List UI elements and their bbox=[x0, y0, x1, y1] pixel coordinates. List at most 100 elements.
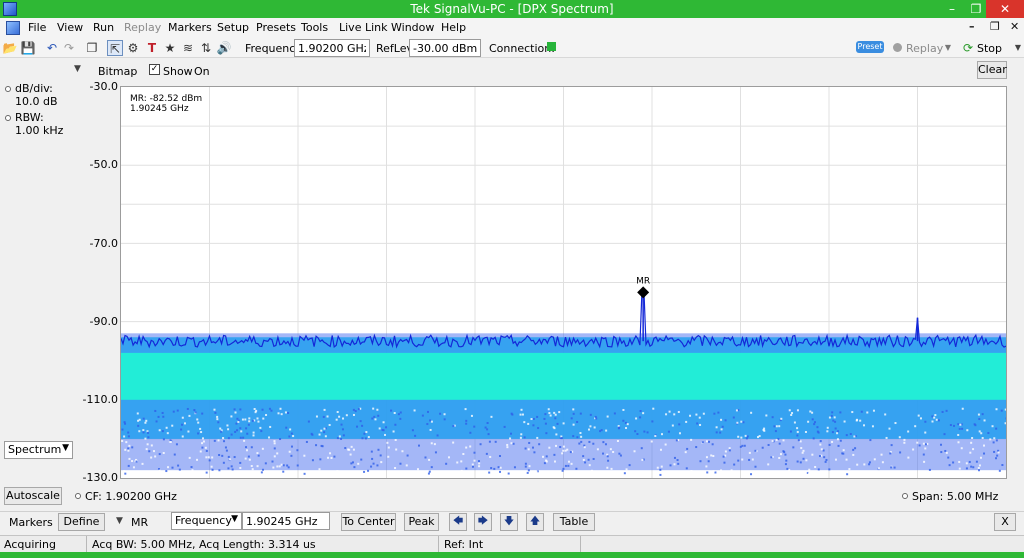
marker-frequency-input[interactable] bbox=[242, 512, 330, 530]
bitmap-speckle bbox=[510, 412, 513, 415]
dbdiv-adjust-icon[interactable] bbox=[5, 86, 11, 92]
menu-setup[interactable]: Setup bbox=[217, 21, 249, 34]
refresh-icon[interactable]: ⟳ bbox=[960, 40, 976, 56]
bitmap-speckle bbox=[664, 443, 667, 446]
menu-live-link[interactable]: Live Link bbox=[339, 21, 388, 34]
window-title: Tek SignalVu-PC - [DPX Spectrum] bbox=[410, 2, 614, 16]
spectrum-graph[interactable]: MR bbox=[121, 87, 1006, 478]
bitmap-speckle bbox=[856, 463, 859, 466]
bitmap-speckle bbox=[970, 441, 973, 444]
speaker-icon[interactable]: 🔊 bbox=[216, 40, 232, 56]
mdi-minimize-icon[interactable]: – bbox=[969, 20, 975, 33]
redo-icon[interactable]: ↷ bbox=[61, 40, 77, 56]
status-divider bbox=[580, 536, 581, 553]
marker-mode-select[interactable]: Frequency ▼ bbox=[171, 512, 242, 530]
menu-run[interactable]: Run bbox=[93, 21, 114, 34]
bitmap-speckle bbox=[224, 446, 227, 449]
bitmap-speckle bbox=[965, 462, 968, 465]
close-icon[interactable]: ✕ bbox=[986, 0, 1024, 18]
arrow-left-icon[interactable]: 🡄 bbox=[449, 513, 467, 531]
reflev-input[interactable] bbox=[409, 39, 481, 57]
bitmap-speckle bbox=[456, 461, 459, 464]
menu-window[interactable]: Window bbox=[391, 21, 434, 34]
menu-help[interactable]: Help bbox=[441, 21, 466, 34]
select-tool-icon[interactable]: ⇱ bbox=[107, 40, 123, 56]
menu-presets[interactable]: Presets bbox=[256, 21, 296, 34]
rbw-adjust-icon[interactable] bbox=[5, 115, 11, 121]
bitmap-speckle bbox=[592, 442, 595, 445]
stop-label[interactable]: Stop bbox=[977, 42, 1002, 55]
preset-button[interactable]: Preset bbox=[856, 41, 884, 53]
bitmap-speckle bbox=[426, 410, 429, 413]
peak-button[interactable]: Peak bbox=[404, 513, 439, 531]
document-icon[interactable] bbox=[6, 21, 20, 35]
center-frequency[interactable]: CF: 1.90200 GHz bbox=[85, 490, 177, 503]
text-tool-icon[interactable]: T bbox=[144, 40, 160, 56]
close-markers-button[interactable]: X bbox=[994, 513, 1016, 531]
open-folder-icon[interactable]: 📂 bbox=[2, 40, 18, 56]
bitmap-dropdown-icon[interactable]: ▼ bbox=[74, 64, 81, 74]
save-icon[interactable]: 💾 bbox=[20, 40, 36, 56]
menu-view[interactable]: View bbox=[57, 21, 83, 34]
replay-dropdown-icon[interactable]: ▼ bbox=[940, 40, 956, 56]
peak-tool-icon[interactable]: ≋ bbox=[180, 40, 196, 56]
menu-file[interactable]: File bbox=[28, 21, 46, 34]
bitmap-speckle bbox=[531, 446, 534, 449]
menu-replay[interactable]: Replay bbox=[124, 21, 161, 34]
bitmap-speckle bbox=[859, 419, 862, 422]
menu-tools[interactable]: Tools bbox=[301, 21, 328, 34]
bitmap-speckle bbox=[830, 414, 833, 417]
view-select[interactable]: Spectrum ▼ bbox=[4, 441, 73, 459]
bitmap-speckle bbox=[696, 422, 699, 425]
cf-adjust-icon[interactable] bbox=[75, 493, 81, 499]
replay-label[interactable]: Replay bbox=[906, 42, 943, 55]
span-adjust-icon[interactable] bbox=[902, 493, 908, 499]
menu-markers[interactable]: Markers bbox=[168, 21, 212, 34]
bitmap-speckle bbox=[807, 472, 810, 475]
spectrum-plot[interactable]: MR MR: -82.52 dBm 1.90245 GHz bbox=[120, 86, 1007, 479]
autoscale-button[interactable]: Autoscale bbox=[4, 487, 62, 505]
window-icon[interactable]: ❐ bbox=[84, 40, 100, 56]
show-checkbox[interactable]: ✓ bbox=[149, 64, 160, 75]
span-value[interactable]: Span: 5.00 MHz bbox=[912, 490, 998, 503]
bitmap-speckle bbox=[276, 452, 279, 455]
connection-label: Connection: bbox=[489, 42, 555, 55]
bitmap-speckle bbox=[363, 432, 366, 435]
mdi-restore-icon[interactable]: ❐ bbox=[990, 20, 1000, 33]
bitmap-speckle bbox=[711, 443, 714, 446]
table-button[interactable]: Table bbox=[553, 513, 595, 531]
to-center-button[interactable]: To Center bbox=[341, 513, 396, 531]
bitmap-speckle bbox=[548, 412, 551, 415]
zoom-tool-icon[interactable]: ⇅ bbox=[198, 40, 214, 56]
marker-dropdown-icon[interactable]: ▼ bbox=[116, 516, 123, 526]
bitmap-speckle bbox=[124, 472, 127, 475]
mdi-close-icon[interactable]: ✕ bbox=[1010, 20, 1019, 33]
bitmap-speckle bbox=[719, 431, 722, 434]
bitmap-speckle bbox=[750, 411, 753, 414]
bitmap-speckle bbox=[796, 460, 799, 463]
arrow-right-icon[interactable]: 🡆 bbox=[474, 513, 492, 531]
bitmap-speckle bbox=[583, 472, 586, 475]
marker-select[interactable]: MR bbox=[131, 516, 148, 529]
marker-tool-icon[interactable]: ★ bbox=[162, 40, 178, 56]
bitmap-speckle bbox=[582, 458, 585, 461]
settings-icon[interactable]: ⚙ bbox=[125, 40, 141, 56]
frequency-input[interactable] bbox=[294, 39, 370, 57]
dbdiv-value[interactable]: 10.0 dB bbox=[15, 95, 58, 108]
bitmap-speckle bbox=[175, 443, 178, 446]
replay-record-icon[interactable] bbox=[893, 43, 902, 52]
clear-button[interactable]: Clear bbox=[977, 61, 1007, 79]
arrow-up-icon[interactable]: 🡅 bbox=[526, 513, 544, 531]
bitmap-speckle bbox=[959, 423, 962, 426]
undo-icon[interactable]: ↶ bbox=[44, 40, 60, 56]
define-button[interactable]: Define bbox=[58, 513, 105, 531]
bitmap-speckle bbox=[142, 431, 145, 434]
bitmap-speckle bbox=[434, 451, 437, 454]
arrow-down-icon[interactable]: 🡇 bbox=[500, 513, 518, 531]
bitmap-speckle bbox=[640, 447, 643, 450]
bitmap-speckle bbox=[414, 434, 417, 437]
rbw-value[interactable]: 1.00 kHz bbox=[15, 124, 63, 137]
bitmap-speckle bbox=[600, 429, 603, 432]
bitmap-speckle bbox=[465, 419, 468, 422]
stop-dropdown-icon[interactable]: ▼ bbox=[1010, 40, 1024, 56]
